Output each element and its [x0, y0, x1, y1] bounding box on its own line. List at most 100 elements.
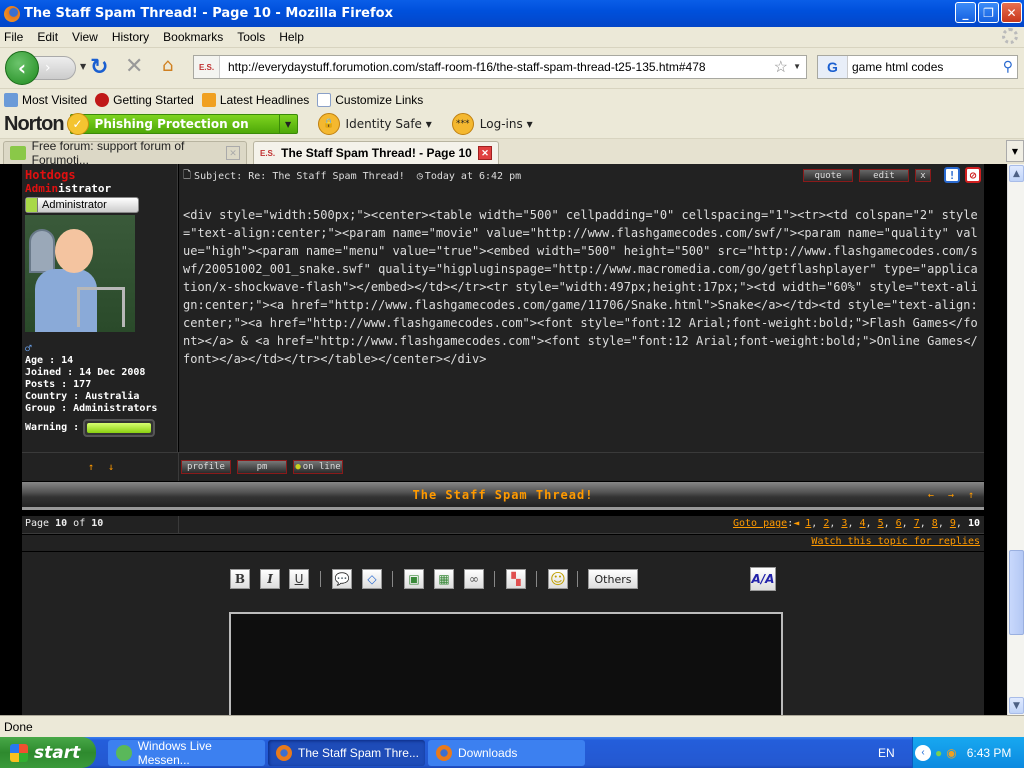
messenger-tray-icon[interactable]: ● [935, 746, 942, 760]
bookmark-most-visited[interactable]: Most Visited [4, 92, 87, 107]
page-info: Page 10 of 10 [25, 518, 103, 529]
post-nav-arrows-icon[interactable]: ↑ ↓ [88, 462, 118, 473]
task-label: Windows Live Messen... [137, 739, 212, 767]
search-icon[interactable]: ⚲ [1003, 58, 1013, 75]
reply-textarea[interactable] [229, 612, 783, 715]
rank-badge: Administrator [25, 197, 139, 213]
menu-help[interactable]: Help [279, 30, 304, 44]
url-dropdown-icon[interactable]: ▼ [793, 62, 801, 71]
thread-nav-arrows-icon[interactable]: ← → ↑ [928, 490, 978, 501]
show-hidden-icons-icon[interactable]: ‹ [915, 744, 931, 761]
upload-image-icon[interactable]: ▣ [404, 569, 424, 589]
history-dropdown-icon[interactable]: ▼ [80, 62, 86, 71]
tab-list-button[interactable]: ▼ [1006, 140, 1024, 162]
tab-close-icon[interactable]: ✕ [478, 146, 492, 160]
menu-bar: File Edit View History Bookmarks Tools H… [0, 27, 1024, 46]
bookmark-star-icon[interactable]: ☆ [774, 57, 788, 77]
bookmark-customize-links[interactable]: Customize Links [317, 92, 423, 107]
underline-button[interactable]: U [289, 569, 309, 589]
post-body: <div style="width:500px;"><center><table… [183, 208, 978, 366]
font-format-icon[interactable]: A/A [750, 567, 776, 591]
smiley-icon[interactable]: ☺ [548, 569, 568, 589]
norton-tray-icon[interactable]: ◉ [946, 746, 956, 760]
search-input[interactable]: game html codes [852, 60, 943, 74]
taskbar-item-downloads[interactable]: Downloads [428, 740, 585, 766]
search-bar[interactable]: G game html codes ⚲ [817, 55, 1018, 79]
menu-edit[interactable]: Edit [37, 30, 58, 44]
start-button[interactable]: start [0, 737, 96, 768]
prev-page-arrow-icon[interactable]: ◄ [793, 518, 799, 529]
male-gender-icon: ♂ [25, 342, 32, 355]
post-panel: 🗋 Subject: Re: The Staff Spam Thread! ◷ … [179, 164, 984, 452]
rank-red-part: Admin [25, 182, 59, 195]
menu-view[interactable]: View [72, 30, 98, 44]
throbber-icon [1002, 28, 1018, 44]
bookmark-getting-started[interactable]: Getting Started [95, 92, 194, 107]
avatar-head [55, 229, 93, 273]
page-content: Hotdogs Administrator Administrator ♂ Ag… [0, 164, 1007, 715]
back-button[interactable]: ‹ [5, 51, 39, 85]
username[interactable]: Hotdogs [25, 168, 174, 182]
scroll-thumb[interactable] [1009, 550, 1024, 635]
user-rank: Administrator [25, 182, 174, 195]
task-label: The Staff Spam Thre... [298, 746, 419, 760]
firefox-icon [276, 745, 292, 761]
menu-bookmarks[interactable]: Bookmarks [163, 30, 223, 44]
password-icon: *** [451, 113, 474, 135]
page-total: 10 [91, 518, 104, 529]
identity-safe-button[interactable]: 🔒 Identity Safe ▾ [317, 113, 432, 135]
link-icon[interactable]: ∞ [464, 569, 484, 589]
bold-button[interactable]: B [230, 569, 250, 589]
scroll-up-icon[interactable]: ▲ [1009, 165, 1024, 182]
post-time: Today at 6:42 pm [424, 171, 522, 182]
minimize-button[interactable]: _ [955, 2, 976, 23]
italic-button[interactable]: I [260, 569, 280, 589]
quote-button[interactable]: quote [803, 169, 853, 182]
site-identity-icon[interactable]: E.S. [194, 56, 220, 78]
user-joined: Joined : 14 Dec 2008 [25, 367, 146, 378]
color-palette-icon[interactable]: ▚ [506, 569, 526, 589]
profile-button[interactable]: profile [181, 460, 231, 474]
menu-tools[interactable]: Tools [237, 30, 265, 44]
language-indicator[interactable]: EN [878, 746, 895, 760]
chevron-down-icon[interactable]: ▼ [278, 115, 297, 133]
search-engine-icon[interactable]: G [818, 56, 848, 78]
url-bar[interactable]: E.S. http://everydaystuff.forumotion.com… [193, 55, 807, 79]
tab-free-forum[interactable]: Free forum: support forum of Forumoti...… [3, 139, 247, 167]
quote-icon[interactable]: 💬 [332, 569, 352, 589]
logins-button[interactable]: *** Log-ins ▾ [451, 113, 533, 135]
edit-button[interactable]: edit [859, 169, 909, 182]
tab-staff-spam-thread[interactable]: E.S. The Staff Spam Thread! - Page 10 ✕ [253, 141, 499, 164]
menu-file[interactable]: File [4, 30, 23, 44]
image-icon[interactable]: ▦ [434, 569, 454, 589]
tab-close-icon[interactable]: ✕ [226, 146, 240, 160]
phishing-protection-button[interactable]: ✓ Phishing Protection on ▼ [66, 113, 298, 135]
restore-button[interactable]: ❐ [978, 2, 999, 23]
watch-topic-link[interactable]: Watch this topic for replies [811, 536, 980, 547]
taskbar-item-firefox-thread[interactable]: The Staff Spam Thre... [268, 740, 425, 766]
rss-icon [201, 92, 216, 107]
reload-icon[interactable]: ↻ [90, 55, 108, 80]
online-status-button[interactable]: ● on line [293, 460, 343, 474]
scroll-down-icon[interactable]: ▼ [1009, 697, 1024, 714]
report-icon[interactable]: ! [944, 167, 960, 183]
taskbar-item-messenger[interactable]: Windows Live Messen... [108, 739, 265, 767]
code-icon[interactable]: ◇ [362, 569, 382, 589]
bookmark-latest-headlines[interactable]: Latest Headlines [201, 92, 309, 107]
forward-button[interactable]: › [34, 56, 76, 80]
vertical-scrollbar[interactable]: ▲ ▼ [1007, 164, 1024, 715]
goto-page-link[interactable]: Goto page [733, 518, 787, 529]
home-icon[interactable]: ⌂ [162, 55, 173, 76]
bookmarks-toolbar: Most Visited Getting Started Latest Head… [0, 88, 1024, 110]
url-text[interactable]: http://everydaystuff.forumotion.com/staf… [228, 60, 706, 74]
pm-button[interactable]: pm [237, 460, 287, 474]
window-title-bar: The Staff Spam Thread! - Page 10 - Mozil… [0, 0, 1024, 27]
menu-history[interactable]: History [112, 30, 149, 44]
close-button[interactable]: ✕ [1001, 2, 1022, 23]
ip-block-icon[interactable]: ⊘ [965, 167, 981, 183]
thread-title-bar: The Staff Spam Thread! ← → ↑ [22, 482, 984, 510]
others-button[interactable]: Others [588, 569, 638, 589]
delete-button[interactable]: x [915, 169, 931, 182]
stop-icon[interactable]: ✕ [125, 54, 143, 79]
toolbar-separator [536, 571, 537, 587]
